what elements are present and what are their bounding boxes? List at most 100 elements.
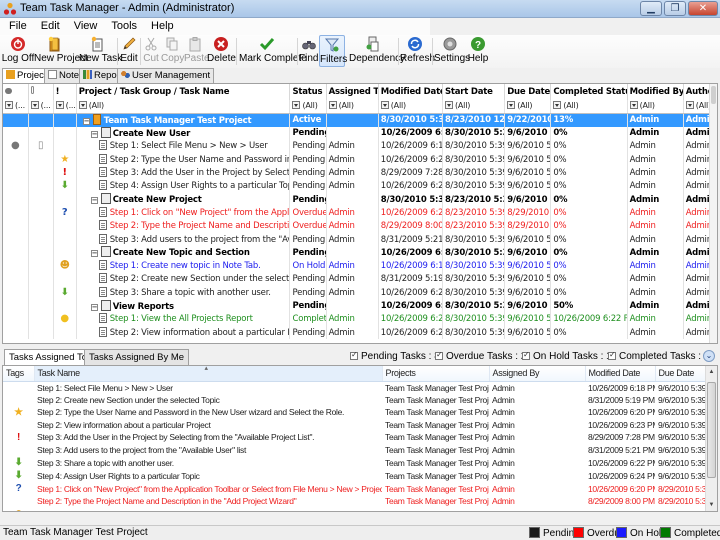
mark-complete-button[interactable]: Mark Complete	[239, 35, 307, 67]
new-project-button[interactable]: New Project	[34, 35, 88, 67]
column-filter[interactable]: (All)	[442, 100, 506, 114]
pending-checkbox[interactable]	[350, 350, 358, 360]
list-item[interactable]: ! Step 3: Add the User in the Project by …	[3, 431, 707, 444]
name-cell[interactable]: Step 3: Share a topic with another user.	[76, 286, 291, 300]
task-row[interactable]: ● Step 1: View the All Projects Report Com…	[3, 312, 717, 326]
help-button[interactable]: ? Help	[467, 35, 489, 67]
menu-file[interactable]: File	[0, 18, 32, 32]
name-cell[interactable]: − Create New Topic and Section	[76, 246, 291, 260]
name-cell[interactable]: Step 2: Create new Section under the sel…	[76, 272, 291, 287]
task-row[interactable]: ? Step 1: Click on "New Project" from the…	[3, 206, 717, 220]
on-hold-tasks-filter[interactable]: On Hold Tasks : 1	[522, 350, 612, 362]
restore-button[interactable]: ❐	[664, 1, 686, 16]
tab-tasks-assigned-by-me[interactable]: Tasks Assigned By Me	[84, 349, 190, 365]
completed-checkbox[interactable]	[608, 350, 616, 360]
column-header-due-date[interactable]: Due Date	[504, 84, 552, 100]
name-cell[interactable]: Step 3: Add users to the project from th…	[76, 232, 291, 247]
name-cell[interactable]: − Team Task Manager Test Project	[76, 113, 291, 127]
scroll-up-button[interactable]: ▲	[706, 366, 717, 378]
list-item[interactable]: Step 2: View information about a particu…	[3, 419, 707, 431]
column-header-name[interactable]: Project / Task Group / Task Name	[76, 84, 291, 100]
scroll-down-button[interactable]: ▼	[706, 499, 717, 511]
list-header-tags[interactable]: Tags	[3, 366, 35, 382]
column-filter[interactable]: (All)	[289, 100, 327, 114]
menu-edit[interactable]: Edit	[32, 18, 65, 32]
name-cell[interactable]: − View Reports	[76, 299, 291, 313]
task-row[interactable]: Step 2: Create new Section under the sel…	[3, 272, 717, 287]
close-button[interactable]: ✕	[688, 1, 718, 16]
name-cell[interactable]: Step 1: Click on "New Project" from the …	[76, 206, 291, 220]
name-cell[interactable]: Step 3: Add the User in the Project by S…	[76, 166, 291, 180]
name-cell[interactable]: − Create New User	[76, 126, 291, 140]
list-scrollbar[interactable]: ▲ ▼	[705, 366, 717, 511]
column-filter[interactable]: (All)	[378, 100, 443, 114]
collapse-toggle-icon[interactable]: −	[90, 303, 98, 311]
list-scrollbar-thumb[interactable]	[707, 382, 716, 478]
list-item[interactable]: ⬇ Step 4: Assign User Rights to a particu…	[3, 469, 707, 482]
column-header-start-date[interactable]: Start Date	[442, 84, 506, 100]
name-cell[interactable]: Step 1: View the All Projects Report	[76, 312, 291, 326]
task-row[interactable]: ! Step 3: Add the User in the Project by …	[3, 166, 717, 180]
list-item[interactable]: ☻ Step 1: Create new topic in Note Tab.Te…	[3, 507, 707, 511]
list-item[interactable]: Step 2: Type the Project Name and Descri…	[3, 495, 707, 507]
column-header-completed-status[interactable]: Completed Status	[550, 84, 628, 100]
task-group-row[interactable]: − View Reports Pending 10/26/2009 6:28/30/2…	[3, 299, 717, 313]
filters-button[interactable]: Filters	[319, 35, 347, 67]
minimize-button[interactable]: ▁	[640, 1, 662, 16]
list-item[interactable]: ? Step 1: Click on "New Project" from the…	[3, 482, 707, 495]
column-filter[interactable]: (...	[53, 100, 77, 114]
project-row[interactable]: − Team Task Manager Test Project Active 8/3…	[3, 113, 717, 127]
column-filter[interactable]: (All)	[627, 100, 684, 114]
menu-help[interactable]: Help	[142, 18, 179, 32]
column-header-assigned-to[interactable]: Assigned To	[326, 84, 379, 100]
task-row[interactable]: Step 3: Add users to the project from th…	[3, 232, 717, 247]
grid-scrollbar-thumb[interactable]	[711, 86, 716, 104]
column-header-modified-date[interactable]: Modified Date	[378, 84, 443, 100]
tab-user-management[interactable]: User Management	[117, 68, 215, 83]
name-cell[interactable]: Step 2: Type the Project Name and Descri…	[76, 219, 291, 233]
delete-button[interactable]: Delete	[207, 35, 236, 67]
list-item[interactable]: Step 2: Create new Section under the sel…	[3, 394, 707, 406]
list-header-projects[interactable]: Projects	[382, 366, 490, 382]
paste-button[interactable]: Paste	[184, 35, 210, 67]
log-off-button[interactable]: Log Off	[1, 35, 35, 67]
collapse-toggle-icon[interactable]: −	[90, 250, 98, 258]
name-cell[interactable]: − Create New Project	[76, 192, 291, 207]
column-filter[interactable]: (...	[28, 100, 54, 114]
column-header-attachments[interactable]	[28, 84, 54, 100]
list-item[interactable]: Step 3: Add users to the project from th…	[3, 444, 707, 456]
task-row[interactable]: ☻ Step 1: Create new topic in Note Tab. On…	[3, 259, 717, 273]
task-group-row[interactable]: − Create New User Pending 10/26/2009 6:28/3…	[3, 126, 717, 140]
task-row[interactable]: ★ Step 2: Type the User Name and Password…	[3, 153, 717, 167]
column-header-comments[interactable]	[3, 84, 29, 100]
list-header-due-date[interactable]: Due Date	[655, 366, 708, 382]
new-task-button[interactable]: New Task	[79, 35, 122, 67]
list-item[interactable]: ⬇ Step 3: Share a topic with another user…	[3, 456, 707, 469]
completed-tasks-filter[interactable]: Completed Tasks : 1	[608, 350, 709, 362]
task-row[interactable]: ⬇ Step 3: Share a topic with another user…	[3, 286, 717, 300]
menu-tools[interactable]: Tools	[102, 18, 142, 32]
menu-view[interactable]: View	[65, 18, 103, 32]
column-filter[interactable]: (...	[3, 100, 29, 114]
list-header-assigned-by[interactable]: Assigned By	[489, 366, 586, 382]
task-row[interactable]: ⬇ Step 4: Assign User Rights to a particu…	[3, 179, 717, 193]
collapse-panel-button[interactable]: ⌄	[703, 350, 715, 362]
column-header-priority[interactable]: !	[53, 84, 77, 100]
name-cell[interactable]: Step 1: Select File Menu > New > User	[76, 139, 291, 154]
column-filter[interactable]: (All)	[550, 100, 628, 114]
list-item[interactable]: ★ Step 2: Type the User Name and Password…	[3, 406, 707, 419]
grid-scrollbar[interactable]	[709, 84, 717, 343]
on-hold-checkbox[interactable]	[522, 350, 530, 360]
column-filter[interactable]: (All)	[326, 100, 379, 114]
overdue-checkbox[interactable]	[435, 350, 443, 360]
collapse-toggle-icon[interactable]: −	[90, 130, 98, 138]
name-cell[interactable]: Step 4: Assign User Rights to a particul…	[76, 179, 291, 193]
task-group-row[interactable]: − Create New Topic and Section Pending 10/2…	[3, 246, 717, 260]
task-row[interactable]: Step 2: Type the Project Name and Descri…	[3, 219, 717, 233]
task-group-row[interactable]: − Create New Project Pending 8/30/2010 5:39…	[3, 192, 717, 207]
task-row[interactable]: ● ▯ Step 1: Select File Menu > New > User P…	[3, 139, 717, 154]
settings-button[interactable]: Settings	[434, 35, 470, 67]
name-cell[interactable]: Step 2: View information about a particu…	[76, 325, 291, 340]
column-filter[interactable]: (All)	[504, 100, 552, 114]
collapse-toggle-icon[interactable]: −	[82, 117, 90, 125]
